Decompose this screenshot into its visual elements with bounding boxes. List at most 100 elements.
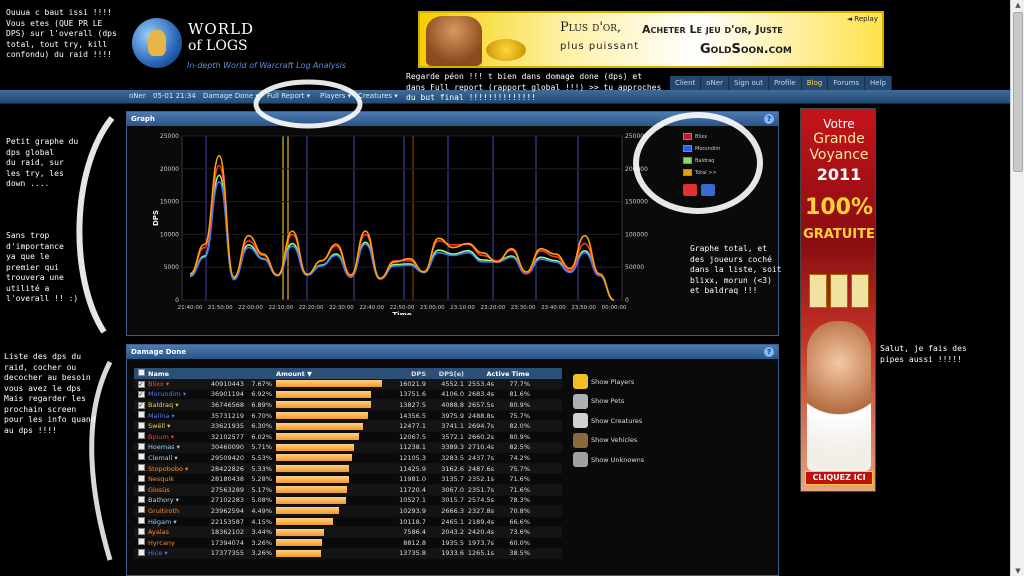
row-checkbox[interactable] (134, 453, 148, 462)
nav-profile[interactable]: Profile (768, 76, 802, 90)
legend-item-baldraq[interactable]: Baldraq (683, 155, 720, 166)
scroll-thumb[interactable] (1013, 12, 1023, 172)
legend-item-blixx[interactable]: Blixx (683, 131, 720, 142)
col-dps[interactable]: DPS (384, 370, 426, 378)
help-icon[interactable]: ? (764, 114, 774, 124)
nav-help[interactable]: Help (865, 76, 893, 90)
player-name[interactable]: Baldraq ▾ (148, 401, 204, 409)
legend-item-morundim[interactable]: Morundim (683, 143, 720, 154)
amount-bar (276, 443, 355, 451)
breadcrumb-date[interactable]: 05-01 21:34 (153, 92, 196, 100)
player-name[interactable]: Bpium ▾ (148, 433, 204, 441)
table-row[interactable]: Hyrcany 17394074 3.26% 8812.8 1935.5 1973.7s 6… (134, 538, 562, 549)
col-dpse[interactable]: DPS(e) (426, 370, 464, 378)
breadcrumb-full-report[interactable]: Full Report ▾ (267, 92, 310, 100)
table-row[interactable]: ✓ Morundim ▾ 36901194 6.92% 13751.6 4106.0 268… (134, 390, 562, 401)
amount-bar-cell (274, 454, 384, 462)
breadcrumb-creatures[interactable]: Creatures ▾ (358, 92, 398, 100)
scroll-down-icon[interactable]: ▼ (1013, 566, 1023, 576)
table-row[interactable]: Bpium ▾ 32102577 6.02% 12067.5 3572.1 2660.2s… (134, 432, 562, 443)
show-option[interactable]: Show Unknowns (573, 450, 644, 470)
player-name[interactable]: Morundim ▾ (148, 390, 204, 398)
table-row[interactable]: ✓ Blixx ▾ 40910443 7.67% 16021.9 4552.1 2553.4… (134, 379, 562, 390)
col-active-time[interactable]: Active Time (464, 370, 552, 378)
select-all-checkbox[interactable] (134, 369, 148, 378)
breadcrumb-damage-done[interactable]: Damage Done ▾ (203, 92, 259, 100)
col-name[interactable]: Name (148, 370, 204, 378)
table-row[interactable]: Nesquik 28180438 5.28% 11981.0 3135.7 2352.1s… (134, 474, 562, 485)
player-name[interactable]: Hoemas ▾ (148, 443, 204, 451)
player-name[interactable]: Malina ▾ (148, 412, 204, 420)
scroll-up-icon[interactable]: ▲ (1013, 0, 1023, 10)
nav-user[interactable]: oNer (701, 76, 729, 90)
percent-cell: 3.26% (251, 538, 272, 547)
row-checkbox[interactable] (134, 538, 148, 547)
player-name[interactable]: Stopobobo ▾ (148, 465, 204, 473)
player-name[interactable]: Blixx ▾ (148, 380, 204, 388)
player-name[interactable]: Clemall ▾ (148, 454, 204, 462)
cliquez-ici-button[interactable]: CLIQUEZ ICI (805, 471, 873, 485)
row-checkbox[interactable] (134, 464, 148, 473)
player-name[interactable]: Glosüs (148, 486, 204, 494)
table-row[interactable]: Bathory ▾ 27102283 5.08% 10527.1 3015.7 2574.… (134, 495, 562, 507)
row-checkbox[interactable]: ✓ (134, 401, 148, 409)
table-row[interactable]: ✓ Baldraq ▾ 36746568 6.89% 13827.5 4088.8 2657… (134, 400, 562, 411)
show-option[interactable]: Show Creatures (573, 411, 644, 431)
player-name[interactable]: Gruitiroth (148, 507, 204, 515)
ad-line4: GoldSoon.com (700, 42, 792, 57)
row-checkbox[interactable]: ✓ (134, 390, 148, 399)
table-row[interactable]: Swëll ▾ 33621935 6.30% 12477.1 3741.1 2694.7s… (134, 421, 562, 432)
table-row[interactable]: Ayalas 18362102 3.44% 7586.4 2043.2 2420.4s 73… (134, 527, 562, 538)
player-name[interactable]: Ayalas (148, 528, 204, 536)
table-row[interactable]: Malina ▾ 35731219 6.70% 14356.5 3975.9 2488.8… (134, 411, 562, 422)
show-option[interactable]: Show Players (573, 372, 644, 392)
nav-client[interactable]: Client (670, 76, 702, 90)
table-row[interactable]: Hoemas ▾ 30460090 5.71% 11238.1 3389.3 2710.4… (134, 442, 562, 454)
row-checkbox[interactable] (134, 411, 148, 420)
table-row[interactable]: Hêgam ▾ 22153587 4.15% 10118.7 2465.1 2189.4s… (134, 517, 562, 528)
table-row[interactable]: Clemall ▾ 29509420 5.53% 12105.3 3283.5 2437.… (134, 453, 562, 464)
dps-chart[interactable]: 0500010000150002000025000050000100000150… (148, 130, 656, 315)
row-checkbox[interactable] (134, 485, 148, 494)
x-tick-label: 21:40:00 (178, 305, 203, 311)
legend-item-total[interactable]: Total >> (683, 167, 720, 178)
row-checkbox[interactable] (134, 432, 148, 441)
page-scrollbar[interactable]: ▲ ▼ (1010, 0, 1024, 576)
table-row[interactable]: Hice ▾ 17377355 3.26% 13735.8 1933.6 1265.1s 3… (134, 548, 562, 560)
row-checkbox[interactable] (134, 442, 148, 452)
row-checkbox[interactable] (134, 421, 148, 431)
ad-replay-button[interactable]: ◄ Replay (847, 15, 878, 23)
table-row[interactable]: Glosüs 27563289 5.17% 11720.4 3067.0 2351.7s 7… (134, 484, 562, 496)
table-row[interactable]: Stopobobo ▾ 28422826 5.33% 11425.9 3162.6 248… (134, 463, 562, 475)
row-checkbox[interactable] (134, 474, 148, 484)
show-option[interactable]: Show Vehicles (573, 431, 644, 451)
row-checkbox[interactable] (134, 517, 148, 526)
row-checkbox[interactable] (134, 527, 148, 537)
nav-sign-out[interactable]: Sign out (728, 76, 769, 90)
row-checkbox[interactable] (134, 548, 148, 558)
nav-blog[interactable]: Blog (801, 76, 829, 90)
percent-cell: 4.15% (251, 517, 272, 526)
voyance-ad-banner[interactable]: Votre Grande Voyance 2011 100% GRATUITE … (800, 108, 876, 492)
player-name[interactable]: Bathory ▾ (148, 496, 204, 504)
player-name[interactable]: Nesquik (148, 475, 204, 483)
table-row[interactable]: Gruitiroth 23962594 4.49% 10293.9 2666.3 2327… (134, 506, 562, 517)
row-checkbox[interactable] (134, 506, 148, 515)
row-checkbox[interactable]: ✓ (134, 380, 148, 388)
chart-tool-icon[interactable] (701, 184, 715, 196)
player-name[interactable]: Swëll ▾ (148, 422, 204, 430)
row-checkbox[interactable] (134, 495, 148, 505)
breadcrumb-user[interactable]: oNer (129, 92, 146, 100)
player-name[interactable]: Hyrcany (148, 539, 204, 547)
player-name[interactable]: Hêgam ▾ (148, 518, 204, 526)
x-axis-label: Time (392, 311, 411, 315)
chart-tool-icon[interactable] (683, 184, 697, 196)
breadcrumb-players[interactable]: Players ▾ (320, 92, 351, 100)
player-name[interactable]: Hice ▾ (148, 549, 204, 557)
nav-forums[interactable]: Forums (828, 76, 866, 90)
show-option[interactable]: Show Pets (573, 392, 644, 412)
gold-ad-banner[interactable]: Plus d'or, plus puissant Acheter Le jeu … (418, 11, 884, 68)
amount-bar-cell (274, 465, 384, 473)
help-icon[interactable]: ? (764, 347, 774, 357)
col-amount[interactable]: Amount ▼ (204, 370, 384, 378)
